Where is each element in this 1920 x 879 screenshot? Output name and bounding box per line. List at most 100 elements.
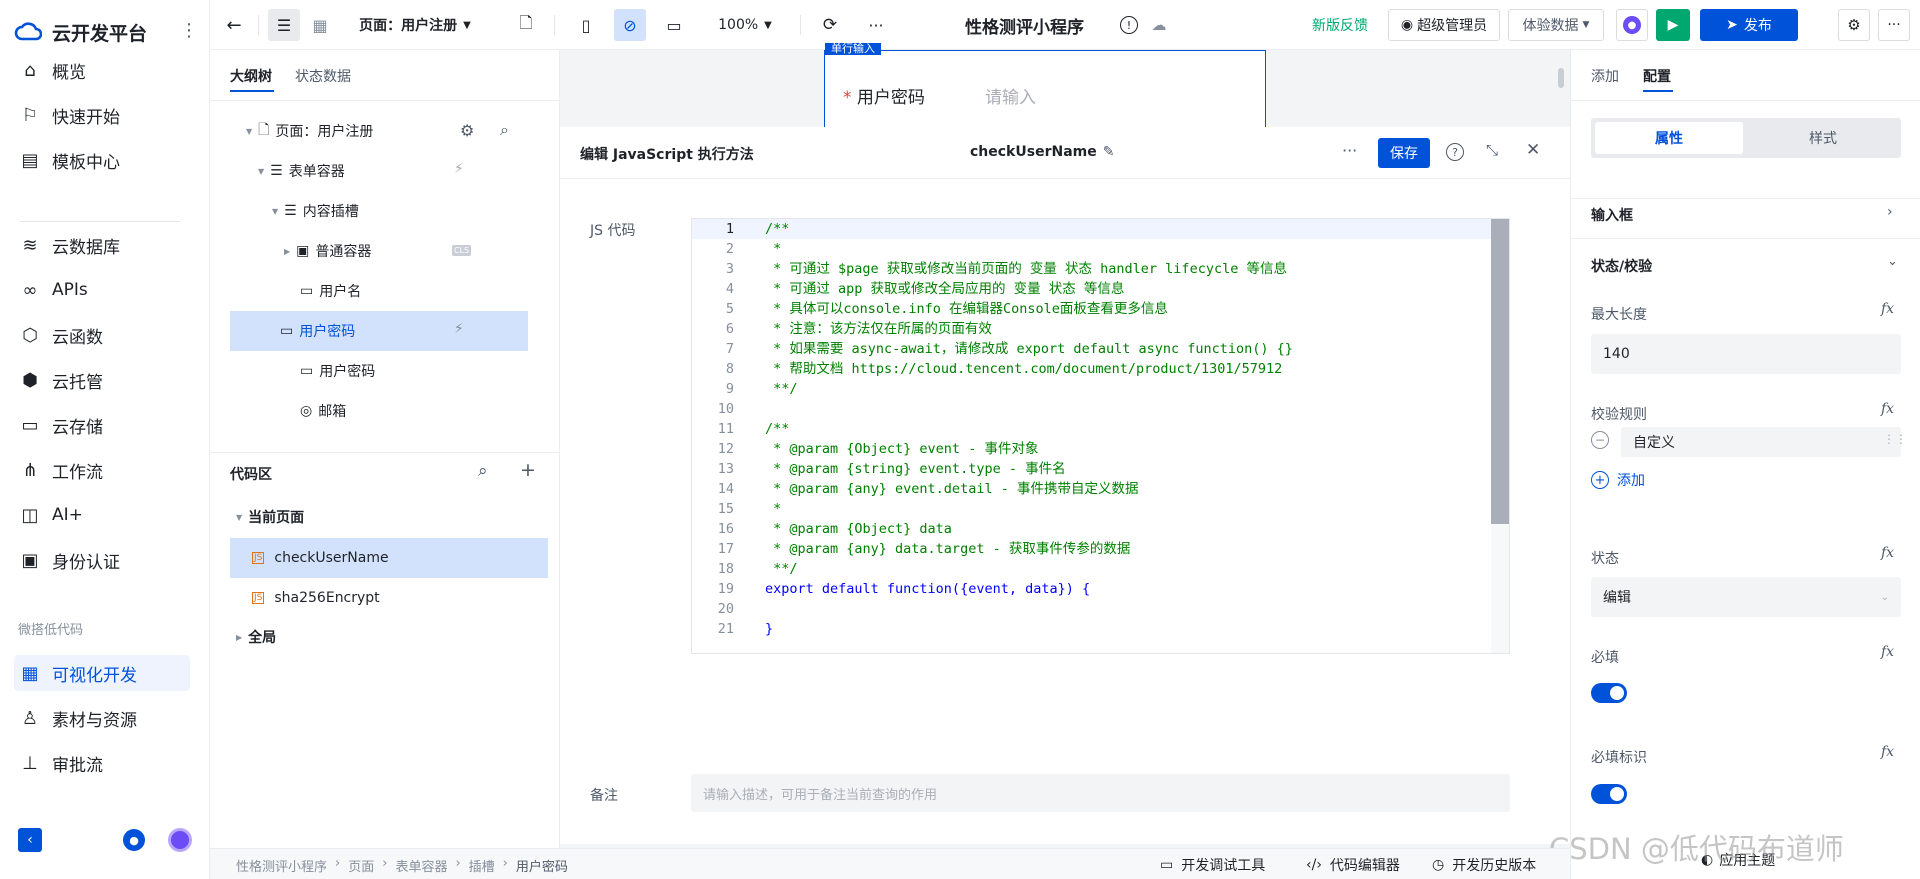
desktop-view-button[interactable]: ▭ xyxy=(658,9,690,41)
breadcrumb-item[interactable]: 表单容器 xyxy=(395,856,447,875)
breadcrumb-item[interactable]: 页面 xyxy=(348,856,374,875)
layout-view-button[interactable]: ▦ xyxy=(304,9,336,41)
code-line[interactable]: * @param {any} data.target - 获取事件传参的数据 xyxy=(765,539,1485,559)
more-vertical-icon[interactable]: ⋮ xyxy=(180,20,198,41)
validation-rule-select[interactable]: 自定义 xyxy=(1621,427,1901,457)
code-body[interactable]: /** * * 可通过 $page 获取或修改当前页面的 变量 状态 handl… xyxy=(765,219,1485,639)
editor-scroll-thumb[interactable] xyxy=(1491,219,1509,524)
required-mark-toggle[interactable] xyxy=(1591,784,1627,804)
canvas-form-field[interactable]: 单行输入 * 用户密码 请输入 xyxy=(824,43,1266,128)
code-line[interactable]: } xyxy=(765,619,1485,639)
nav-lowcode-item-2[interactable]: ⊥ 审批流 xyxy=(14,745,190,781)
app-logo[interactable]: 云开发平台 xyxy=(14,16,147,48)
tab-add[interactable]: 添加 xyxy=(1591,66,1619,86)
mobile-view-button[interactable]: ▯ xyxy=(570,9,602,41)
nav-item-8[interactable]: ⋔ 工作流 xyxy=(14,452,190,488)
user-avatar-icon[interactable]: ● xyxy=(123,829,145,851)
code-line[interactable]: **/ xyxy=(765,379,1485,399)
tree-node-password-selected[interactable]: ▭ 用户密码 xyxy=(230,311,528,351)
edit-pencil-icon[interactable]: ✎ xyxy=(1103,144,1115,160)
outline-view-button[interactable]: ☰ xyxy=(268,9,300,41)
state-select[interactable]: 编辑 ⌄ xyxy=(1591,577,1901,617)
settings-button[interactable]: ⚙ xyxy=(1838,9,1870,41)
collapse-nav-button[interactable]: ‹ xyxy=(18,828,42,852)
fx-icon[interactable]: fx xyxy=(1881,401,1894,417)
cloud-sync-status[interactable]: ☁ xyxy=(1146,9,1172,41)
code-group-global[interactable]: ▶ 全局 xyxy=(230,617,530,657)
fx-icon[interactable]: fx xyxy=(1881,744,1894,760)
code-line[interactable] xyxy=(765,599,1485,619)
publish-button[interactable]: ➤ 发布 xyxy=(1700,9,1798,41)
tab-outline-tree[interactable]: 大纲树 xyxy=(230,66,272,86)
chevron-down-icon[interactable]: ⌄ xyxy=(1887,254,1898,269)
code-line[interactable]: /** xyxy=(765,219,1485,239)
code-line[interactable]: * 注意：该方法仅在所属的页面有效 xyxy=(765,319,1485,339)
info-button[interactable]: ! xyxy=(1116,9,1142,41)
note-input[interactable]: 请输入描述，可用于备注当前查询的作用 xyxy=(691,774,1510,812)
add-rule-button[interactable]: + 添加 xyxy=(1591,470,1645,490)
code-line[interactable]: /** xyxy=(765,419,1485,439)
fx-icon[interactable]: fx xyxy=(1881,301,1894,317)
preview-button[interactable]: ▶ xyxy=(1656,9,1690,41)
remove-rule-icon[interactable]: − xyxy=(1591,431,1609,449)
dev-tools-button[interactable]: ▭ 开发调试工具 xyxy=(1160,855,1265,875)
nav-item-4[interactable]: ∞ APIs xyxy=(14,272,190,308)
page-settings-icon[interactable]: ⚙ xyxy=(460,121,474,140)
history-button[interactable]: ◷ 开发历史版本 xyxy=(1432,855,1536,875)
save-button[interactable]: 保存 xyxy=(1378,138,1430,168)
nav-item-2[interactable]: ▤ 模板中心 xyxy=(14,142,190,178)
nav-item-0[interactable]: ⌂ 概览 xyxy=(14,52,190,88)
nav-item-10[interactable]: ▣ 身份认证 xyxy=(14,542,190,578)
nav-item-7[interactable]: ▭ 云存储 xyxy=(14,407,190,443)
collapse-icon[interactable]: ⤡ xyxy=(1486,141,1498,159)
canvas-scrollbar[interactable] xyxy=(1558,68,1564,88)
code-line[interactable]: * @param {string} event.type - 事件名 xyxy=(765,459,1485,479)
code-search-icon[interactable]: ⌕ xyxy=(478,461,488,481)
breadcrumb-item[interactable]: 插槽 xyxy=(469,856,495,875)
code-line[interactable]: * @param {Object} event - 事件对象 xyxy=(765,439,1485,459)
close-icon[interactable]: ✕ xyxy=(1526,140,1540,160)
fx-icon[interactable]: fx xyxy=(1881,644,1894,660)
code-line[interactable]: * xyxy=(765,499,1485,519)
breadcrumb-item[interactable]: 性格测评小程序 xyxy=(236,856,327,875)
search-icon[interactable]: ⌕ xyxy=(500,120,509,140)
tree-node-content-slot[interactable]: ▼ ☰ 内容插槽 xyxy=(230,191,530,231)
help-icon[interactable]: ? xyxy=(1446,143,1464,161)
tree-node-password-2[interactable]: ▭ 用户密码 xyxy=(230,351,530,391)
tab-state-data[interactable]: 状态数据 xyxy=(295,66,351,86)
page-selector[interactable]: 页面：用户注册 ▼ xyxy=(350,9,480,41)
section-input-box[interactable]: 输入框 xyxy=(1591,205,1633,225)
code-item-checkusername[interactable]: JS checkUserName xyxy=(230,538,548,578)
code-item-sha256encrypt[interactable]: JS sha256Encrypt xyxy=(230,578,548,618)
tab-config[interactable]: 配置 xyxy=(1643,66,1671,86)
nav-item-1[interactable]: ⚐ 快速开始 xyxy=(14,97,190,133)
segment-style[interactable]: 样式 xyxy=(1749,122,1897,154)
more-button[interactable]: ··· xyxy=(860,9,892,41)
segment-properties[interactable]: 属性 xyxy=(1595,122,1743,154)
code-editor-button[interactable]: ‹/› 代码编辑器 xyxy=(1306,855,1400,875)
max-length-input[interactable]: 140 xyxy=(1591,334,1901,374)
back-button[interactable]: ← xyxy=(218,9,250,41)
code-line[interactable]: * 如果需要 async-await，请修改成 export default a… xyxy=(765,339,1485,359)
nav-item-6[interactable]: ⬢ 云托管 xyxy=(14,362,190,398)
miniprogram-view-button[interactable]: ⊘ xyxy=(614,9,646,41)
tree-node-email[interactable]: ◎ 邮箱 xyxy=(230,391,530,431)
code-line[interactable]: * 帮助文档 https://cloud.tencent.com/documen… xyxy=(765,359,1485,379)
editor-scrollbar[interactable] xyxy=(1491,219,1509,653)
code-editor[interactable]: 1 2 3 4 5 6 7 8 9 10 11 12 13 14 15 16 17 18 19 20 21 /** * … xyxy=(691,218,1510,654)
zoom-selector[interactable]: 100% ▼ xyxy=(710,9,780,41)
tree-node-page[interactable]: ▼ 🗋 页面：用户注册 xyxy=(230,111,530,151)
code-line[interactable]: * xyxy=(765,239,1485,259)
ai-assistant-icon[interactable] xyxy=(168,828,192,852)
code-line[interactable]: * @param {any} event.detail - 事件携带自定义数据 xyxy=(765,479,1485,499)
more-menu-button[interactable]: ··· xyxy=(1878,9,1910,41)
code-line[interactable]: **/ xyxy=(765,559,1485,579)
nav-lowcode-item-0[interactable]: ▦ 可视化开发 xyxy=(14,655,190,691)
code-line[interactable]: * 可通过 app 获取或修改全局应用的 变量 状态 等信息 xyxy=(765,279,1485,299)
code-line[interactable]: * 可通过 $page 获取或修改当前页面的 变量 状态 handler lif… xyxy=(765,259,1485,279)
field-placeholder[interactable]: 请输入 xyxy=(985,83,1036,108)
breadcrumb-item[interactable]: 用户密码 xyxy=(516,856,568,875)
code-line[interactable]: export default function({event, data}) { xyxy=(765,579,1485,599)
modal-more-icon[interactable]: ··· xyxy=(1342,141,1357,160)
code-line[interactable]: * @param {Object} data xyxy=(765,519,1485,539)
